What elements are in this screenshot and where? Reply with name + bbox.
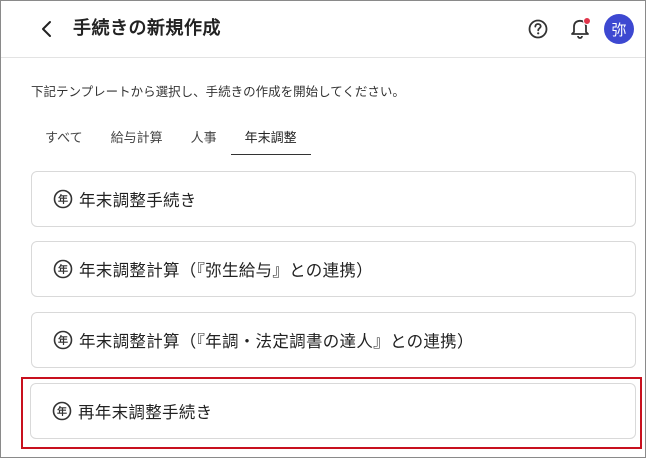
nen-badge-icon: 年: [53, 189, 73, 209]
nen-badge-char: 年: [58, 263, 68, 276]
template-card-label: 年末調整計算（『弥生給与』との連携）: [79, 261, 373, 280]
template-card-label: 年末調整計算（『年調・法定調書の達人』との連携）: [79, 332, 474, 351]
tab-year-end-adjustment[interactable]: 年末調整: [230, 123, 311, 155]
chevron-left-icon: [42, 21, 51, 37]
template-card-yayoi-payroll-link[interactable]: 年 年末調整計算（『弥生給与』との連携）: [31, 241, 636, 297]
template-tabs: すべて 給与計算 人事 年末調整: [31, 123, 311, 155]
help-button[interactable]: [527, 18, 549, 40]
instruction-text: 下記テンプレートから選択し、手続きの作成を開始してください。: [31, 84, 405, 99]
template-card-tatsujin-link[interactable]: 年 年末調整計算（『年調・法定調書の達人』との連携）: [31, 312, 636, 368]
nen-badge-char: 年: [58, 334, 68, 347]
template-card-label: 再年末調整手続き: [78, 403, 213, 422]
nen-badge-char: 年: [58, 193, 68, 206]
nen-badge-icon: 年: [53, 259, 73, 279]
back-button[interactable]: [35, 17, 59, 41]
notification-badge: [583, 17, 591, 25]
notifications-button[interactable]: [569, 16, 591, 40]
page-title: 手続きの新規作成: [73, 18, 221, 39]
avatar[interactable]: 弥: [604, 14, 634, 44]
app-frame: 手続きの新規作成 弥 下記テンプレートから選択し、手続きの作成を開始してください…: [0, 0, 646, 458]
template-card-label: 年末調整手続き: [79, 191, 197, 210]
template-card-re-year-end-procedure[interactable]: 年 再年末調整手続き: [30, 383, 636, 439]
help-circle-icon: [528, 19, 548, 39]
tab-all[interactable]: すべて: [31, 123, 97, 155]
tab-payroll[interactable]: 給与計算: [97, 123, 177, 155]
nen-badge-char: 年: [57, 405, 67, 418]
nen-badge-icon: 年: [52, 401, 72, 421]
tab-hr[interactable]: 人事: [177, 123, 231, 155]
template-card-year-end-procedure[interactable]: 年 年末調整手続き: [31, 171, 636, 227]
nen-badge-icon: 年: [53, 330, 73, 350]
header: 手続きの新規作成 弥: [1, 1, 645, 58]
